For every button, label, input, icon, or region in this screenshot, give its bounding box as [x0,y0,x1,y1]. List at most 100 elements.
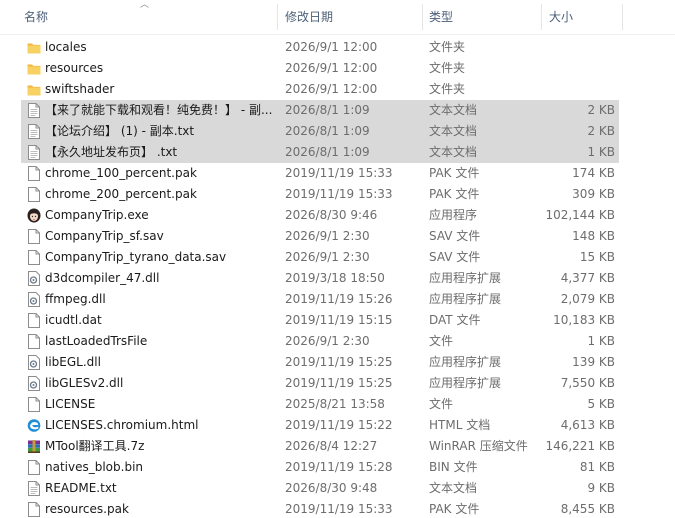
folder-icon [27,61,41,76]
file-icon [27,229,41,244]
file-row[interactable]: MTool翻译工具.7z 2026/8/4 12:27 WinRAR 压缩文件 146… [0,436,675,457]
column-header-type-label: 类型 [429,10,454,24]
dll-gear-icon [27,376,41,391]
file-modified-date: 2019/11/19 15:22 [285,418,393,432]
file-row[interactable]: natives_blob.bin 2019/11/19 15:28 BIN 文件 81… [0,457,675,478]
folder-icon [27,40,41,55]
file-size: 10,183 KB [553,313,615,327]
file-type: WinRAR 压缩文件 [429,439,528,453]
file-size: 1 KB [587,334,615,348]
column-header-name[interactable]: 名称 [20,0,278,34]
file-modified-date: 2025/8/21 13:58 [285,397,385,411]
file-row[interactable]: chrome_100_percent.pak 2019/11/19 15:33 PA… [0,163,675,184]
file-row[interactable]: CompanyTrip_sf.sav 2026/9/1 2:30 SAV 文件 148… [0,226,675,247]
file-row[interactable]: d3dcompiler_47.dll 2019/3/18 18:50 应用程序扩展 4… [0,268,675,289]
file-size: 4,613 KB [560,418,615,432]
file-row[interactable]: ffmpeg.dll 2019/11/19 15:26 应用程序扩展 2,079 KB [0,289,675,310]
file-name: README.txt [45,481,117,495]
file-type: HTML 文档 [429,418,491,432]
file-type: PAK 文件 [429,502,480,516]
file-modified-date: 2026/9/1 2:30 [285,229,370,243]
file-row[interactable]: icudtl.dat 2019/11/19 15:15 DAT 文件 10,183 K… [0,310,675,331]
file-name: 【论坛介绍】 (1) - 副本.txt [45,124,195,138]
file-size: 4,377 KB [560,271,615,285]
file-modified-date: 2019/11/19 15:25 [285,355,393,369]
file-row[interactable]: 【永久地址发布页】 .txt 2026/8/1 1:09 文本文档 1 KB [0,142,675,163]
file-type: BIN 文件 [429,460,478,474]
file-icon [27,334,41,349]
file-name: chrome_100_percent.pak [45,166,197,180]
dll-gear-icon [27,292,41,307]
file-modified-date: 2026/9/1 12:00 [285,82,378,96]
file-name: chrome_200_percent.pak [45,187,197,201]
file-name: swiftshader [45,82,115,96]
file-row[interactable]: locales 2026/9/1 12:00 文件夹 [0,37,675,58]
folder-icon [27,82,41,97]
file-size: 139 KB [572,355,615,369]
file-type: 应用程序扩展 [429,355,502,369]
file-modified-date: 2026/8/30 9:48 [285,481,378,495]
file-row[interactable]: resources 2026/9/1 12:00 文件夹 [0,58,675,79]
file-type: 应用程序 [429,208,478,222]
file-size: 2,079 KB [560,292,615,306]
file-name: CompanyTrip_sf.sav [45,229,164,243]
file-row[interactable]: chrome_200_percent.pak 2019/11/19 15:33 PA… [0,184,675,205]
file-row[interactable]: lastLoadedTrsFile 2026/9/1 2:30 文件 1 KB [0,331,675,352]
file-row[interactable]: LICENSES.chromium.html 2019/11/19 15:22 HT… [0,415,675,436]
file-name: LICENSE [45,397,96,411]
file-modified-date: 2026/8/4 12:27 [285,439,378,453]
file-type: 应用程序扩展 [429,271,502,285]
dll-gear-icon [27,271,41,286]
file-name: lastLoadedTrsFile [45,334,148,348]
file-name: icudtl.dat [45,313,102,327]
file-icon [27,397,41,412]
column-header-bar: ︿ 名称 修改日期 类型 大小 [0,0,675,35]
file-size: 8,455 KB [560,502,615,516]
file-icon [27,187,41,202]
file-type: 文本文档 [429,481,478,495]
file-modified-date: 2019/11/19 15:28 [285,460,393,474]
file-name: locales [45,40,87,54]
column-header-size[interactable]: 大小 [545,0,623,34]
column-header-type[interactable]: 类型 [425,0,542,34]
file-icon [27,502,41,517]
file-modified-date: 2026/8/30 9:46 [285,208,378,222]
file-size: 2 KB [587,103,615,117]
text-file-icon [27,481,41,496]
edge-html-icon [27,418,41,433]
file-row[interactable]: CompanyTrip.exe 2026/8/30 9:46 应用程序 102,144… [0,205,675,226]
file-size: 148 KB [572,229,615,243]
file-size: 309 KB [572,187,615,201]
file-row[interactable]: 【来了就能下载和观看！纯免费！】 - 副... 2026/8/1 1:09 文本文档… [0,100,675,121]
file-icon [27,313,41,328]
file-modified-date: 2019/3/18 18:50 [285,271,385,285]
file-size: 1 KB [587,145,615,159]
file-type: SAV 文件 [429,250,481,264]
file-row[interactable]: 【论坛介绍】 (1) - 副本.txt 2026/8/1 1:09 文本文档 2 KB [0,121,675,142]
file-type: 文本文档 [429,145,478,159]
file-row[interactable]: CompanyTrip_tyrano_data.sav 2026/9/1 2:30… [0,247,675,268]
file-row[interactable]: LICENSE 2025/8/21 13:58 文件 5 KB [0,394,675,415]
file-name: LICENSES.chromium.html [45,418,199,432]
file-modified-date: 2026/9/1 12:00 [285,40,378,54]
file-type: 文件夹 [429,40,466,54]
file-modified-date: 2019/11/19 15:25 [285,376,393,390]
file-modified-date: 2019/11/19 15:33 [285,502,393,516]
file-size [545,37,615,58]
file-row[interactable]: README.txt 2026/8/30 9:48 文本文档 9 KB [0,478,675,499]
file-modified-date: 2019/11/19 15:26 [285,292,393,306]
file-size: 146,221 KB [545,439,615,453]
file-size: 9 KB [587,481,615,495]
column-header-date[interactable]: 修改日期 [281,0,423,34]
file-type: 文本文档 [429,124,478,138]
text-file-icon [27,103,41,118]
file-row[interactable]: swiftshader 2026/9/1 12:00 文件夹 [0,79,675,100]
file-size [545,79,615,100]
file-row[interactable]: libGLESv2.dll 2019/11/19 15:25 应用程序扩展 7,550… [0,373,675,394]
file-name: natives_blob.bin [45,460,144,474]
file-modified-date: 2019/11/19 15:33 [285,166,393,180]
file-row[interactable]: resources.pak 2019/11/19 15:33 PAK 文件 8,455… [0,499,675,518]
file-row[interactable]: libEGL.dll 2019/11/19 15:25 应用程序扩展 139 KB [0,352,675,373]
file-type: 应用程序扩展 [429,292,502,306]
file-type: 文件 [429,397,454,411]
